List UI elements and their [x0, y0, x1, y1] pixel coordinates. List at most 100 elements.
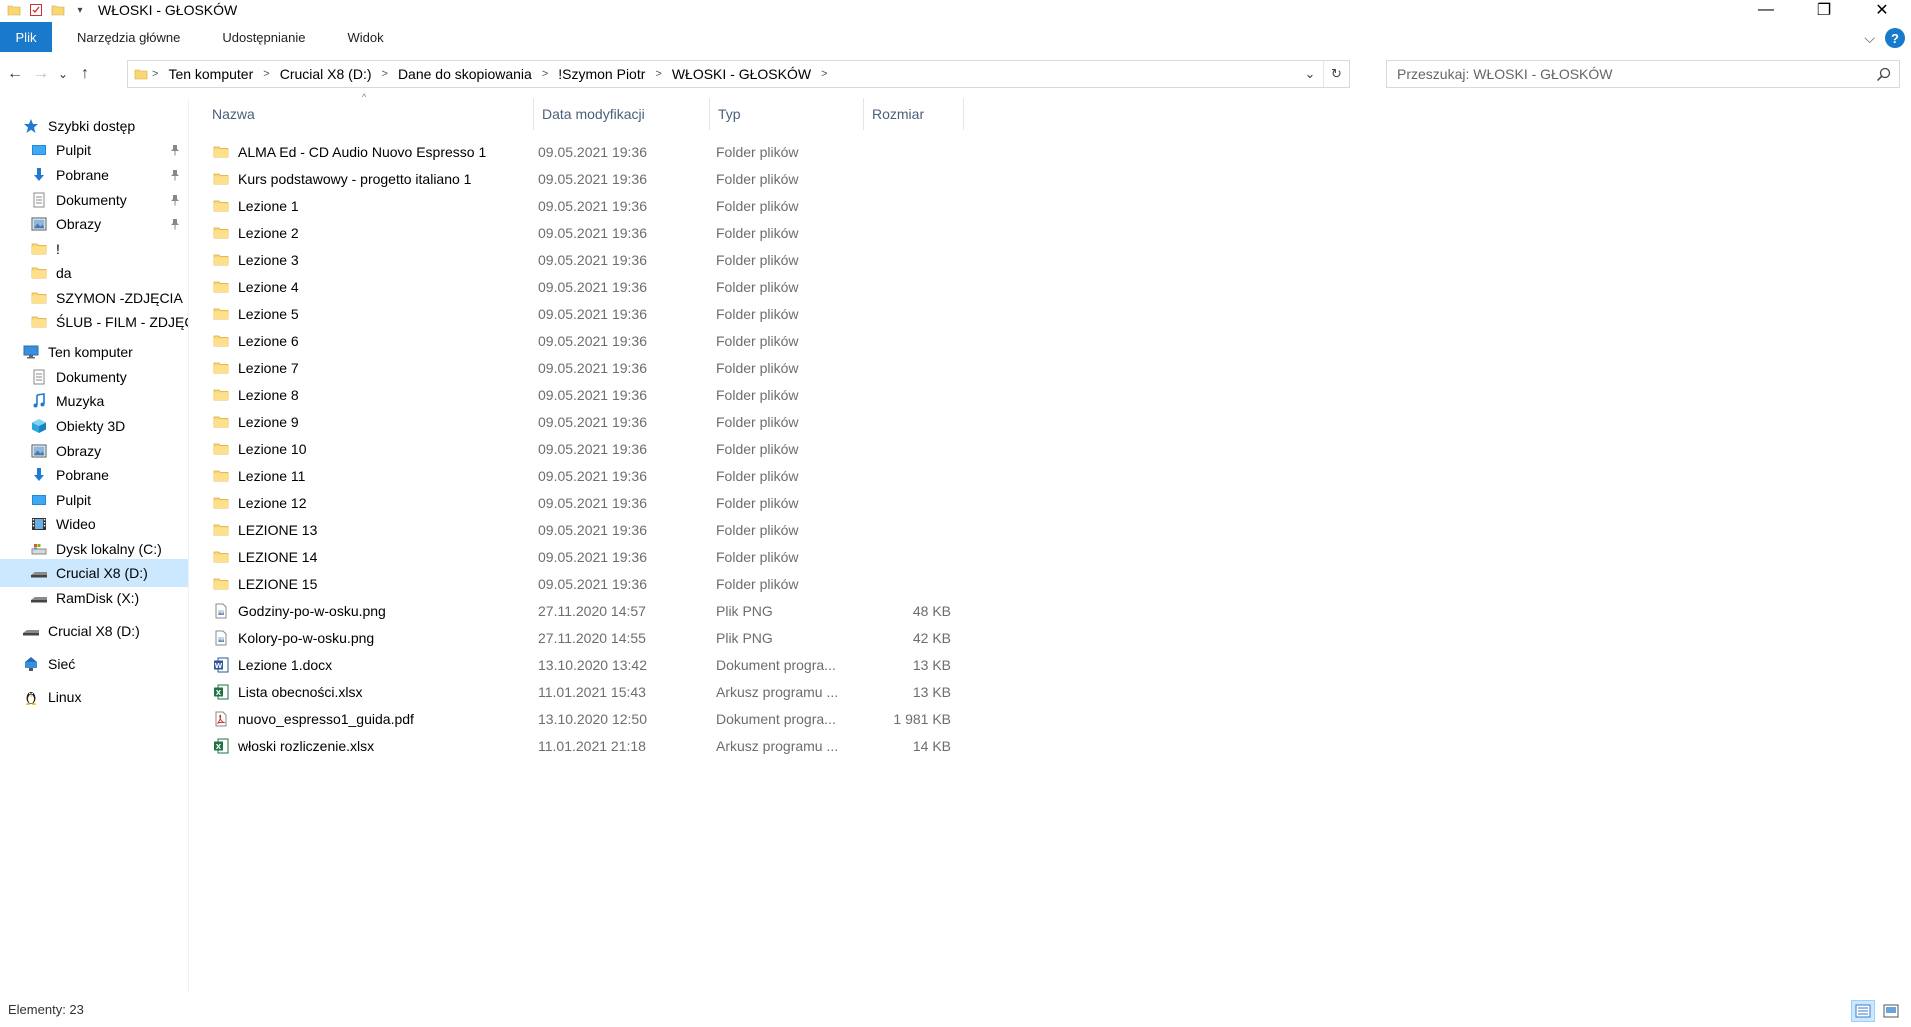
file-name-cell[interactable]: Godziny-po-w-osku.png: [212, 597, 534, 624]
sidebar-item[interactable]: ŚLUB - FILM - ZDJĘCIA: [0, 308, 188, 336]
sidebar-item[interactable]: Obrazy: [0, 210, 188, 238]
sidebar-item[interactable]: Pulpit: [0, 136, 188, 164]
file-row[interactable]: Kolory-po-w-osku.png 27.11.2020 14:55 Plik…: [204, 624, 964, 651]
file-name-cell[interactable]: Lezione 12: [212, 489, 534, 516]
file-row[interactable]: Lezione 12 09.05.2021 19:36 Folder plików: [204, 489, 964, 516]
file-row[interactable]: X Lista obecności.xlsx 11.01.2021 15:43 Ark…: [204, 678, 964, 705]
file-name-cell[interactable]: LEZIONE 13: [212, 516, 534, 543]
file-row[interactable]: Lezione 7 09.05.2021 19:36 Folder plików: [204, 354, 964, 381]
file-row[interactable]: LEZIONE 13 09.05.2021 19:36 Folder plików: [204, 516, 964, 543]
column-header-date[interactable]: Data modyfikacji: [534, 98, 710, 130]
pin-icon[interactable]: [170, 168, 180, 181]
up-button[interactable]: ↑: [72, 58, 98, 90]
back-button[interactable]: ←: [2, 58, 28, 90]
tab-file[interactable]: Plik: [0, 22, 52, 52]
tab-home[interactable]: Narzędzia główne: [60, 22, 197, 52]
file-name-cell[interactable]: nuovo_espresso1_guida.pdf: [212, 705, 534, 732]
search-box[interactable]: Przeszukaj: WŁOSKI - GŁOSKÓW: [1386, 60, 1900, 88]
pin-icon[interactable]: [170, 193, 180, 206]
refresh-button[interactable]: ↻: [1323, 61, 1349, 87]
column-header-type[interactable]: Typ: [710, 98, 864, 130]
breadcrumb-separator[interactable]: >: [817, 68, 831, 80]
file-name-cell[interactable]: Lezione 11: [212, 462, 534, 489]
new-folder-icon[interactable]: [50, 2, 66, 18]
file-row[interactable]: Xwłoski rozliczenie.xlsx 11.01.2021 21:18…: [204, 732, 964, 759]
sidebar-item[interactable]: Pobrane: [0, 161, 188, 189]
breadcrumb-folder[interactable]: Dane do skopiowania: [392, 66, 538, 82]
breadcrumb-separator[interactable]: >: [651, 68, 665, 80]
sidebar-item[interactable]: Crucial X8 (D:): [0, 617, 188, 645]
file-name-cell[interactable]: Lezione 9: [212, 408, 534, 435]
breadcrumb-folder[interactable]: !Szymon Piotr: [552, 66, 651, 82]
maximize-button[interactable]: ❐: [1795, 0, 1853, 20]
breadcrumb-current-folder[interactable]: WŁOSKI - GŁOSKÓW: [666, 66, 817, 82]
pane-divider[interactable]: [188, 100, 189, 992]
pin-icon[interactable]: [170, 143, 180, 156]
file-row[interactable]: Lezione 4 09.05.2021 19:36 Folder plików: [204, 273, 964, 300]
file-name-cell[interactable]: Lezione 6: [212, 327, 534, 354]
breadcrumb-separator[interactable]: >: [538, 68, 552, 80]
sidebar-item[interactable]: Sieć: [0, 650, 188, 678]
close-button[interactable]: ✕: [1853, 0, 1911, 20]
column-header-size[interactable]: Rozmiar: [864, 98, 964, 130]
details-view-button[interactable]: [1851, 1000, 1875, 1022]
file-row[interactable]: Lezione 1 09.05.2021 19:36 Folder plików: [204, 192, 964, 219]
file-row[interactable]: W Lezione 1.docx 13.10.2020 13:42 Dokument …: [204, 651, 964, 678]
file-name-cell[interactable]: ALMA Ed - CD Audio Nuovo Espresso 1: [212, 138, 534, 165]
file-row[interactable]: Lezione 6 09.05.2021 19:36 Folder plików: [204, 327, 964, 354]
column-header-name[interactable]: Nazwa ^: [204, 92, 534, 130]
breadcrumb-separator[interactable]: >: [259, 68, 273, 80]
file-name-cell[interactable]: Lezione 5: [212, 300, 534, 327]
address-bar[interactable]: > Ten komputer > Crucial X8 (D:) > Dane …: [127, 60, 1350, 88]
large-icons-view-button[interactable]: [1879, 1000, 1903, 1022]
file-name-cell[interactable]: LEZIONE 15: [212, 570, 534, 597]
breadcrumb-drive[interactable]: Crucial X8 (D:): [274, 66, 378, 82]
search-icon[interactable]: [1875, 66, 1893, 84]
sidebar-item[interactable]: Muzyka: [0, 387, 188, 415]
breadcrumb-separator[interactable]: >: [148, 68, 162, 80]
tab-view[interactable]: Widok: [330, 22, 400, 52]
recent-locations-button[interactable]: ⌄: [54, 58, 72, 90]
sidebar-item[interactable]: Ten komputer: [0, 338, 188, 366]
file-name-cell[interactable]: Lezione 8: [212, 381, 534, 408]
search-input[interactable]: Przeszukaj: WŁOSKI - GŁOSKÓW: [1387, 66, 1613, 82]
file-row[interactable]: Lezione 11 09.05.2021 19:36 Folder plików: [204, 462, 964, 489]
pin-icon[interactable]: [170, 217, 180, 230]
file-name-cell[interactable]: X Lista obecności.xlsx: [212, 678, 534, 705]
sidebar-item[interactable]: RamDisk (X:): [0, 584, 188, 612]
file-name-cell[interactable]: LEZIONE 14: [212, 543, 534, 570]
file-row[interactable]: Lezione 3 09.05.2021 19:36 Folder plików: [204, 246, 964, 273]
file-name-cell[interactable]: Lezione 2: [212, 219, 534, 246]
file-row[interactable]: Kurs podstawowy - progetto italiano 1 09.…: [204, 165, 964, 192]
sidebar-item[interactable]: Wideo: [0, 510, 188, 538]
file-name-cell[interactable]: W Lezione 1.docx: [212, 651, 534, 678]
file-row[interactable]: Lezione 10 09.05.2021 19:36 Folder plików: [204, 435, 964, 462]
sidebar-item[interactable]: da: [0, 259, 188, 287]
properties-icon[interactable]: [28, 2, 44, 18]
file-row[interactable]: Lezione 5 09.05.2021 19:36 Folder plików: [204, 300, 964, 327]
file-row[interactable]: ALMA Ed - CD Audio Nuovo Espresso 1 09.05…: [204, 138, 964, 165]
file-row[interactable]: Godziny-po-w-osku.png 27.11.2020 14:57 Pli…: [204, 597, 964, 624]
file-row[interactable]: LEZIONE 14 09.05.2021 19:36 Folder plików: [204, 543, 964, 570]
file-name-cell[interactable]: Kolory-po-w-osku.png: [212, 624, 534, 651]
tab-share[interactable]: Udostępnianie: [205, 22, 322, 52]
minimize-button[interactable]: —: [1737, 0, 1795, 20]
file-name-cell[interactable]: Lezione 1: [212, 192, 534, 219]
sidebar-item[interactable]: Pobrane: [0, 461, 188, 489]
sidebar-item[interactable]: Linux: [0, 683, 188, 711]
file-row[interactable]: Lezione 2 09.05.2021 19:36 Folder plików: [204, 219, 964, 246]
breadcrumb-this-pc[interactable]: Ten komputer: [162, 66, 259, 82]
quick-access-dropdown[interactable]: ▾: [72, 2, 88, 18]
address-dropdown-button[interactable]: ⌄: [1297, 61, 1323, 87]
expand-ribbon-button[interactable]: ⌵: [1864, 30, 1875, 47]
file-row[interactable]: Lezione 9 09.05.2021 19:36 Folder plików: [204, 408, 964, 435]
forward-button[interactable]: →: [28, 58, 54, 90]
breadcrumb-separator[interactable]: >: [378, 68, 392, 80]
file-name-cell[interactable]: Lezione 10: [212, 435, 534, 462]
file-row[interactable]: LEZIONE 15 09.05.2021 19:36 Folder plików: [204, 570, 964, 597]
file-name-cell[interactable]: Lezione 4: [212, 273, 534, 300]
sidebar-item[interactable]: Obiekty 3D: [0, 412, 188, 440]
file-name-cell[interactable]: Lezione 7: [212, 354, 534, 381]
sidebar-item[interactable]: Crucial X8 (D:): [0, 559, 188, 587]
file-row[interactable]: Lezione 8 09.05.2021 19:36 Folder plików: [204, 381, 964, 408]
